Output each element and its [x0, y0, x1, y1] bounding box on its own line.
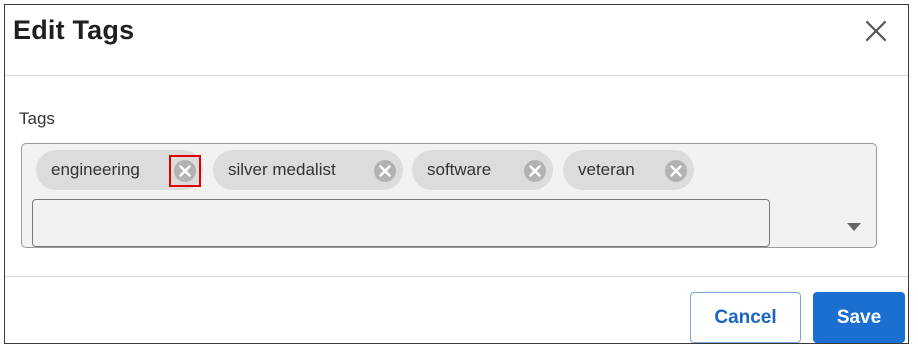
tag-chip-veteran: veteran — [563, 150, 694, 190]
dialog-title: Edit Tags — [13, 15, 135, 45]
tag-chip-label: software — [427, 160, 492, 179]
circle-x-icon — [374, 160, 396, 182]
tag-chip-software: software — [412, 150, 553, 190]
tags-label: Tags — [19, 109, 55, 128]
remove-tag-veteran-button[interactable] — [664, 159, 688, 183]
close-button[interactable] — [862, 17, 890, 45]
edit-tags-dialog: Edit Tags Tags engineering silver medali… — [4, 4, 909, 344]
remove-tag-engineering-button[interactable] — [173, 159, 197, 183]
circle-x-icon — [665, 160, 687, 182]
dialog-footer: Cancel Save — [5, 276, 908, 345]
tag-chip-label: engineering — [51, 160, 140, 179]
tag-chip-silver-medalist: silver medalist — [213, 150, 403, 190]
tag-chip-engineering: engineering — [36, 150, 203, 190]
cancel-button[interactable]: Cancel — [690, 292, 801, 343]
remove-tag-silver-medalist-button[interactable] — [373, 159, 397, 183]
save-button[interactable]: Save — [813, 292, 905, 343]
circle-x-icon — [524, 160, 546, 182]
tags-dropdown-toggle[interactable] — [846, 219, 862, 231]
dialog-header: Edit Tags — [5, 5, 908, 76]
tag-search-input[interactable] — [32, 199, 770, 247]
dialog-body: Tags engineering silver medalist softwar… — [5, 76, 908, 276]
close-icon — [865, 20, 887, 42]
circle-x-icon — [174, 160, 196, 182]
remove-tag-software-button[interactable] — [523, 159, 547, 183]
tag-chip-label: silver medalist — [228, 160, 336, 179]
tags-multiselect[interactable]: engineering silver medalist software vet… — [21, 143, 877, 248]
tag-chip-label: veteran — [578, 160, 635, 179]
caret-down-icon — [847, 223, 861, 231]
